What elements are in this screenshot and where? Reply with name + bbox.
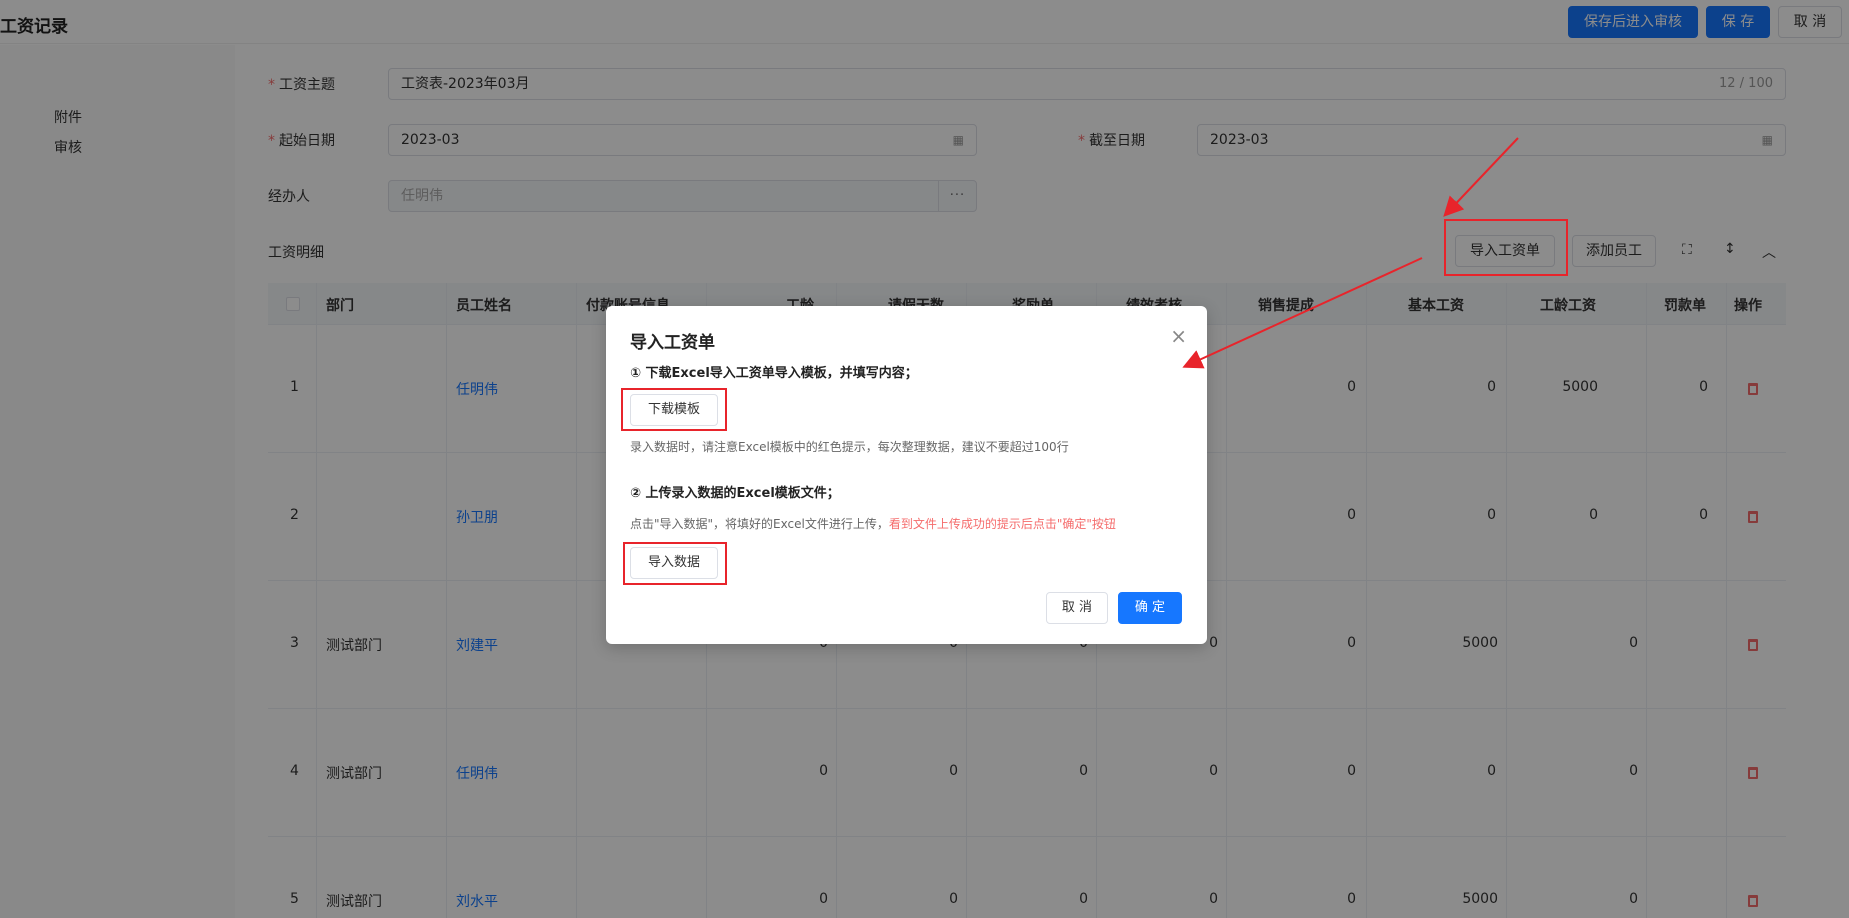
annotation-arrow bbox=[1182, 257, 1423, 369]
annotation-arrows bbox=[1182, 137, 1519, 369]
annotation-arrow bbox=[1443, 137, 1519, 217]
